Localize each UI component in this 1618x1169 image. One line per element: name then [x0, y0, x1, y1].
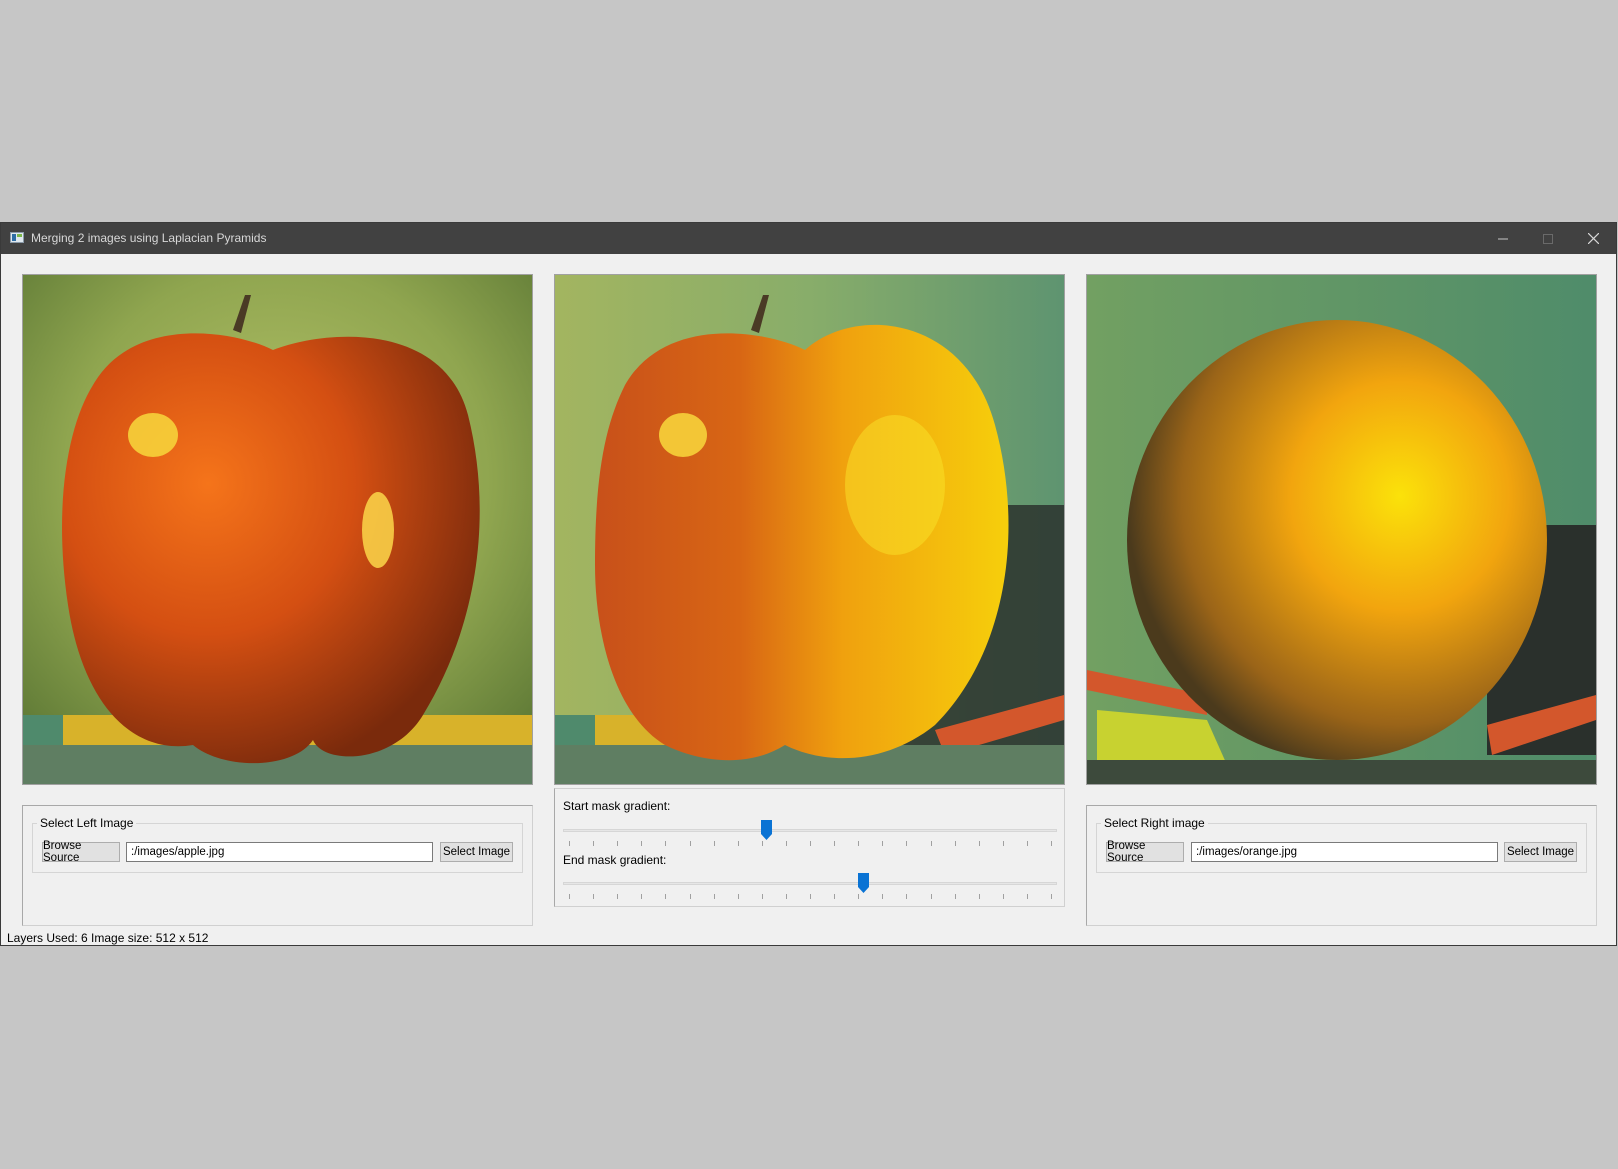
slider-tick [882, 894, 884, 899]
app-icon [10, 232, 24, 243]
slider-tick [617, 841, 619, 846]
window-title: Merging 2 images using Laplacian Pyramid… [31, 231, 267, 245]
slider-tick [810, 894, 811, 899]
slider-tick [761, 894, 763, 899]
slider-tick [810, 841, 811, 846]
slider-tick [785, 894, 787, 899]
slider-tick [834, 841, 836, 846]
slider-tick [593, 841, 595, 846]
minimize-button[interactable] [1481, 223, 1525, 254]
minimize-icon [1498, 238, 1508, 239]
left-image-path-field[interactable]: :/images/apple.jpg [126, 842, 433, 862]
app-window: Merging 2 images using Laplacian Pyramid… [0, 222, 1617, 946]
slider-tick [785, 841, 787, 846]
left-image-view [22, 274, 533, 785]
slider-handle[interactable] [857, 873, 869, 893]
left-select-image-button[interactable]: Select Image [440, 842, 513, 862]
slider-tick [834, 894, 836, 899]
slider-tick [737, 841, 739, 846]
blended-image [555, 275, 1064, 784]
slider-tick [1026, 894, 1028, 899]
slider-tick [737, 894, 739, 899]
slider-tick [713, 841, 715, 846]
slider-tick [906, 894, 908, 899]
right-image-view [1086, 274, 1597, 785]
close-button[interactable] [1571, 223, 1615, 254]
start-mask-label: Start mask gradient: [563, 799, 671, 813]
right-browse-source-button[interactable]: Browse Source [1106, 840, 1184, 864]
slider-tick [954, 894, 956, 899]
slider-tick [689, 894, 691, 899]
start-mask-slider[interactable] [563, 820, 1057, 849]
slider-tick [858, 894, 860, 899]
maximize-button[interactable] [1526, 223, 1570, 254]
slider-tick [1026, 841, 1028, 846]
slider-tick [569, 841, 570, 846]
slider-tick [569, 894, 570, 899]
end-mask-slider[interactable] [563, 873, 1057, 902]
slider-handle[interactable] [761, 820, 773, 840]
slider-tick [761, 841, 763, 846]
slider-tick [665, 894, 667, 899]
slider-tick [978, 841, 980, 846]
left-browse-source-button[interactable]: Browse Source [42, 840, 120, 864]
end-mask-label: End mask gradient: [563, 853, 667, 867]
slider-groove [563, 882, 1057, 885]
slider-tick [858, 841, 860, 846]
slider-tick [641, 894, 643, 899]
right-select-image-button[interactable]: Select Image [1504, 842, 1577, 862]
blended-image-view [554, 274, 1065, 785]
slider-groove [563, 829, 1057, 832]
slider-tick [930, 894, 932, 899]
right-image-path-field[interactable]: :/images/orange.jpg [1191, 842, 1498, 862]
apple-image [23, 275, 532, 784]
orange-image [1087, 275, 1596, 784]
slider-tick [1002, 894, 1004, 899]
slider-tick [906, 841, 908, 846]
right-group-title: Select Right image [1101, 816, 1208, 830]
slider-tick [978, 894, 980, 899]
slider-tick [665, 841, 667, 846]
slider-tick [617, 894, 619, 899]
slider-tick [954, 841, 956, 846]
slider-tick [593, 894, 595, 899]
maximize-icon [1543, 233, 1553, 244]
slider-tick [689, 841, 691, 846]
close-icon [1587, 233, 1599, 244]
slider-tick [1051, 894, 1052, 899]
status-bar: Layers Used: 6 Image size: 512 x 512 [7, 931, 209, 945]
left-group-title: Select Left Image [37, 816, 137, 830]
slider-tick [1002, 841, 1004, 846]
slider-tick [713, 894, 715, 899]
slider-tick [882, 841, 884, 846]
title-bar: Merging 2 images using Laplacian Pyramid… [1, 223, 1616, 254]
slider-tick [930, 841, 932, 846]
slider-tick [1051, 841, 1052, 846]
slider-tick [641, 841, 643, 846]
